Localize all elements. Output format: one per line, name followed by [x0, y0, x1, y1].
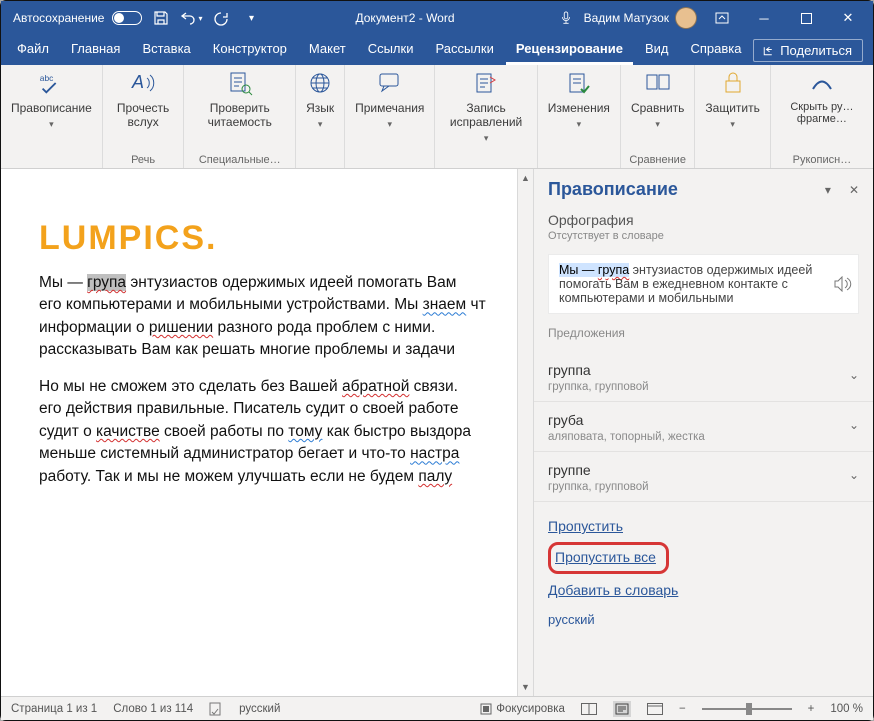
speak-icon[interactable] [834, 276, 852, 292]
globe-icon [306, 69, 334, 97]
undo-icon[interactable]: ▾ [180, 7, 202, 29]
readability-icon [226, 69, 254, 97]
zoom-in-button[interactable]: + [808, 703, 815, 715]
status-bar: Страница 1 из 1 Слово 1 из 114 русский Ф… [1, 696, 873, 720]
chevron-down-icon[interactable]: ⌄ [849, 362, 859, 382]
page-count[interactable]: Страница 1 из 1 [11, 703, 97, 715]
comments-button[interactable]: Примечания [349, 69, 430, 145]
chevron-down-icon[interactable]: ⌄ [849, 412, 859, 432]
paragraph-1: Мы — група энтузиастов одержимых идеей п… [39, 272, 509, 362]
suggestion-item[interactable]: группегруппка, групповой⌄ [534, 452, 873, 502]
view-read-icon[interactable] [581, 703, 597, 715]
absent-label: Отсутствует в словаре [534, 230, 873, 248]
close-button[interactable]: ✕ [827, 1, 869, 35]
tab-вид[interactable]: Вид [635, 35, 679, 65]
pane-subtitle: Орфография [534, 208, 873, 230]
ribbon-options-icon[interactable] [701, 1, 743, 35]
ink-icon [808, 69, 836, 97]
read-aloud-icon: A [129, 69, 157, 97]
tab-файл[interactable]: Файл [7, 35, 59, 65]
user-name: Вадим Матузок [584, 11, 669, 25]
maximize-button[interactable] [785, 1, 827, 35]
suggestions-header: Предложения [534, 320, 873, 346]
tab-главная[interactable]: Главная [61, 35, 130, 65]
pane-language[interactable]: русский [534, 602, 873, 637]
svg-text:A: A [131, 72, 144, 92]
spelling-pane: Правописание ▾ ✕ Орфография Отсутствует в… [533, 169, 873, 696]
track-changes-button[interactable]: Запись исправлений [439, 69, 532, 145]
ribbon: abcПравописание AПрочесть вслух Речь Про… [1, 65, 873, 169]
vertical-scrollbar[interactable]: ▲ ▼ [517, 169, 533, 696]
title-bar: Автосохранение ▾ ▾ Документ2 - Word Вади… [1, 1, 873, 35]
tab-ссылки[interactable]: Ссылки [358, 35, 424, 65]
autosave-toggle[interactable] [112, 11, 142, 25]
scroll-up-icon[interactable]: ▲ [519, 171, 533, 185]
qat-customize-icon[interactable]: ▾ [240, 7, 262, 29]
document-area[interactable]: LUMPICS. Мы — група энтузиастов одержимы… [1, 169, 517, 696]
tab-конструктор[interactable]: Конструктор [203, 35, 297, 65]
language-button[interactable]: Язык [300, 69, 340, 145]
spelling-error[interactable]: група [87, 274, 126, 291]
lock-icon [719, 69, 747, 97]
suggestion-item[interactable]: грубааляповата, топорный, жестка⌄ [534, 402, 873, 452]
pane-title: Правописание [548, 179, 678, 200]
skip-button[interactable]: Пропустить [548, 518, 859, 534]
share-button[interactable]: Поделиться [753, 39, 863, 62]
read-aloud-button[interactable]: AПрочесть вслух [107, 69, 180, 145]
avatar[interactable] [675, 7, 697, 29]
zoom-value[interactable]: 100 % [830, 703, 863, 715]
zoom-slider[interactable] [702, 708, 792, 710]
tab-рецензирование[interactable]: Рецензирование [506, 35, 633, 65]
tab-рассылки[interactable]: Рассылки [425, 35, 503, 65]
protect-button[interactable]: Защитить [699, 69, 765, 145]
spelling-button[interactable]: abcПравописание [5, 69, 98, 145]
readability-button[interactable]: Проверить читаемость [188, 69, 291, 145]
changes-button[interactable]: Изменения [542, 69, 616, 145]
proofing-icon[interactable] [209, 702, 223, 716]
document-page: LUMPICS. Мы — група энтузиастов одержимы… [1, 169, 517, 696]
view-web-icon[interactable] [647, 703, 663, 715]
pane-options-icon[interactable]: ▾ [825, 183, 831, 197]
redo-icon[interactable] [210, 7, 232, 29]
word-count[interactable]: Слово 1 из 114 [113, 703, 193, 715]
save-icon[interactable] [150, 7, 172, 29]
minimize-button[interactable]: ─ [743, 1, 785, 35]
pane-close-icon[interactable]: ✕ [849, 183, 859, 197]
abc-check-icon: abc [37, 69, 65, 97]
tab-справка[interactable]: Справка [681, 35, 752, 65]
paragraph-2: Но мы не сможем это сделать без Вашей аб… [39, 376, 509, 488]
add-dictionary-button[interactable]: Добавить в словарь [548, 582, 859, 598]
view-print-icon[interactable] [613, 701, 631, 717]
compare-button[interactable]: Сравнить [625, 69, 690, 145]
skip-all-callout: Пропустить все [548, 542, 669, 574]
autosave-label: Автосохранение [13, 11, 104, 25]
suggestion-item[interactable]: группагруппка, групповой⌄ [534, 352, 873, 402]
svg-text:abc: abc [40, 73, 54, 83]
window-title: Документ2 - Word [262, 11, 547, 25]
track-icon [472, 69, 500, 97]
compare-icon [644, 69, 672, 97]
chevron-down-icon[interactable]: ⌄ [849, 462, 859, 482]
status-language[interactable]: русский [239, 703, 280, 715]
focus-mode-button[interactable]: Фокусировка [480, 703, 565, 715]
skip-all-button[interactable]: Пропустить все [555, 549, 656, 565]
mic-icon[interactable] [548, 11, 584, 25]
hide-ink-button[interactable]: Скрыть ру… фрагме… [775, 69, 869, 145]
zoom-out-button[interactable]: − [679, 703, 686, 715]
comment-icon [376, 69, 404, 97]
tab-вставка[interactable]: Вставка [132, 35, 200, 65]
tab-макет[interactable]: Макет [299, 35, 356, 65]
sentence-preview: Мы — група энтузиастов одержимых идеей п… [548, 254, 859, 314]
changes-icon [565, 69, 593, 97]
menu-bar: ФайлГлавнаяВставкаКонструкторМакетСсылки… [1, 35, 873, 65]
scroll-down-icon[interactable]: ▼ [519, 680, 533, 694]
page-heading: LUMPICS. [39, 219, 509, 258]
